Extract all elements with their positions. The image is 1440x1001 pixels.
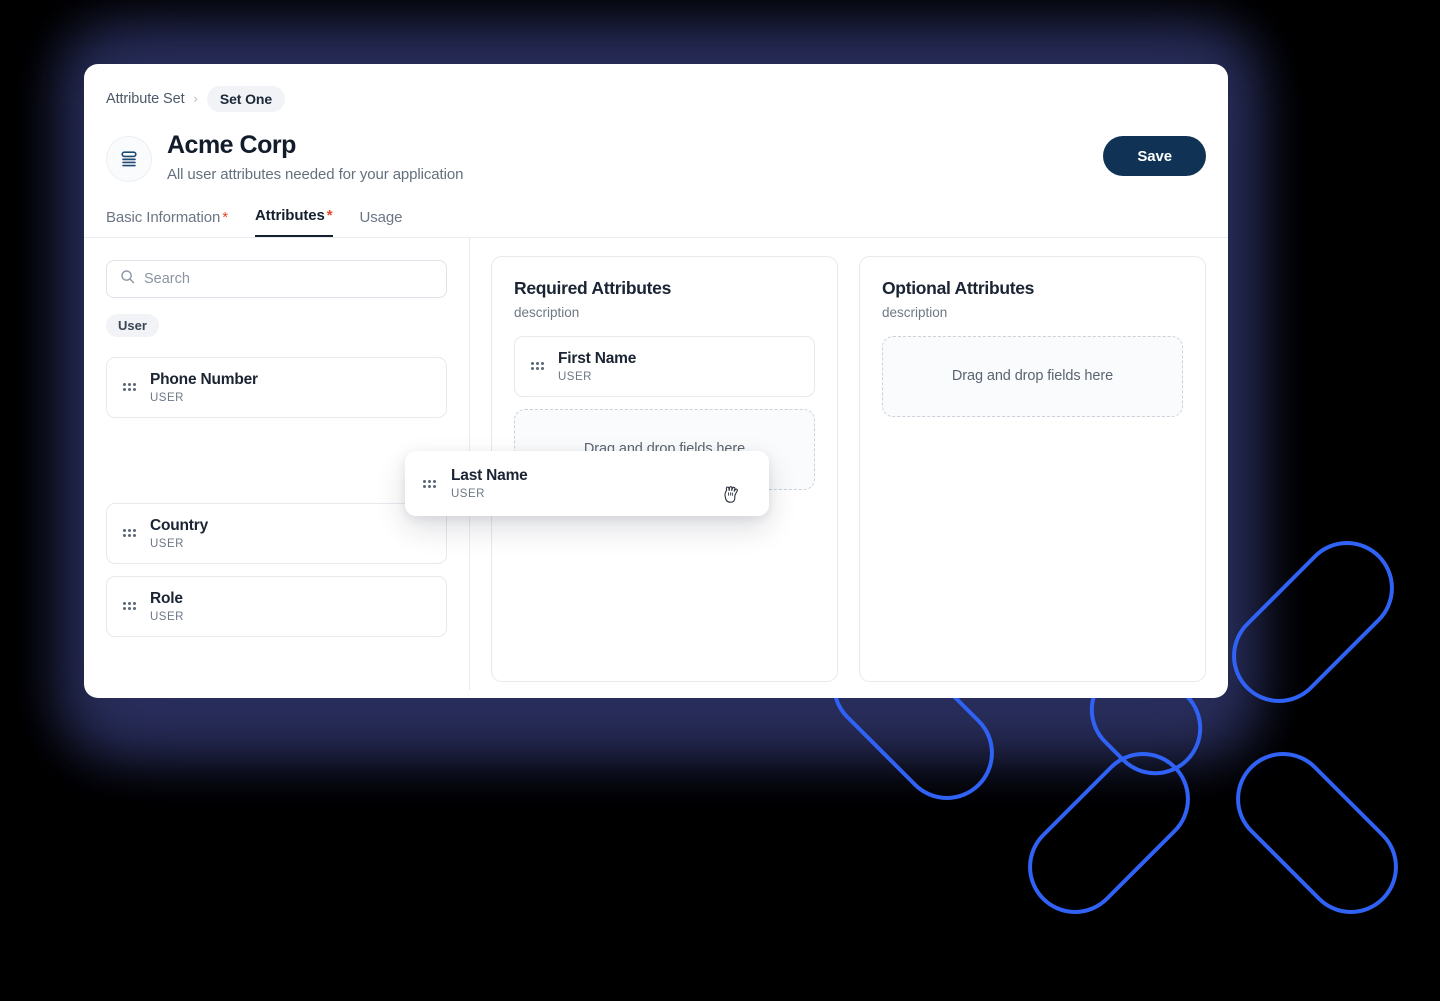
- app-window: Attribute Set › Set One Acme Corp All us…: [84, 64, 1228, 698]
- chevron-right-icon: ›: [193, 90, 198, 106]
- drag-handle-icon[interactable]: [531, 362, 544, 370]
- required-attribute-meta: USER: [558, 371, 592, 384]
- tab-attributes-required-mark: *: [326, 206, 333, 224]
- drag-handle-icon[interactable]: [123, 529, 136, 537]
- dragged-attribute-name: Last Name: [451, 467, 528, 484]
- tab-basic-information-required-mark: *: [222, 208, 228, 226]
- tab-attributes-label: Attributes: [254, 206, 325, 224]
- dragged-attribute-meta: USER: [451, 488, 485, 500]
- breadcrumb: Attribute Set › Set One: [84, 64, 1228, 112]
- tab-attributes[interactable]: Attributes *: [254, 206, 333, 237]
- drag-handle-icon[interactable]: [123, 602, 136, 610]
- attribute-list: Phone Number USER Country USER Role USER: [106, 356, 447, 637]
- tab-usage-label: Usage: [359, 208, 403, 226]
- title-block: Acme Corp All user attributes needed for…: [167, 130, 463, 183]
- screen-root: Attribute Set › Set One Acme Corp All us…: [0, 0, 1440, 1001]
- list-item-meta: USER: [150, 392, 184, 405]
- list-item-name: Role: [150, 589, 183, 607]
- list-gap: [106, 491, 447, 503]
- list-item-text: Phone Number USER: [150, 370, 258, 404]
- breadcrumb-current-chip[interactable]: Set One: [206, 86, 286, 112]
- page-header: Acme Corp All user attributes needed for…: [84, 112, 1228, 183]
- optional-attributes-panel: Optional Attributes description Drag and…: [859, 255, 1206, 682]
- group-chip-user[interactable]: User: [106, 313, 159, 337]
- list-item-name: Phone Number: [150, 370, 258, 388]
- required-attribute-item[interactable]: First Name USER: [514, 335, 815, 397]
- breadcrumb-root-link[interactable]: Attribute Set: [106, 91, 185, 107]
- list-item-text: Country USER: [150, 516, 208, 550]
- page-title: Acme Corp: [167, 131, 296, 159]
- drag-handle-icon[interactable]: [423, 479, 436, 488]
- required-attributes-description: description: [514, 304, 580, 320]
- list-item-name: Country: [150, 516, 209, 534]
- required-attribute-text: First Name USER: [558, 349, 636, 383]
- page-header-left: Acme Corp All user attributes needed for…: [106, 130, 463, 183]
- decorative-capsule-3: [1008, 732, 1210, 934]
- drag-placeholder-slot: [106, 430, 447, 491]
- required-attributes-title: Required Attributes: [514, 277, 671, 298]
- dragged-attribute-card[interactable]: Last Name USER: [405, 451, 769, 516]
- list-gap: [106, 564, 447, 576]
- optional-attributes-description: description: [882, 304, 948, 320]
- list-item[interactable]: Country USER: [106, 502, 447, 564]
- search-icon: [120, 269, 135, 289]
- list-item-meta: USER: [150, 538, 184, 551]
- tab-basic-information[interactable]: Basic Information *: [106, 209, 228, 237]
- tab-usage[interactable]: Usage: [360, 209, 403, 237]
- optional-attributes-title: Optional Attributes: [882, 277, 1035, 298]
- tab-basic-information-label: Basic Information: [106, 208, 221, 226]
- drag-handle-icon[interactable]: [123, 383, 136, 391]
- search-box[interactable]: [106, 259, 447, 298]
- search-input[interactable]: [144, 270, 433, 287]
- list-item[interactable]: Role USER: [106, 575, 447, 637]
- optional-dropzone[interactable]: Drag and drop fields here: [882, 335, 1183, 417]
- list-item-meta: USER: [150, 611, 184, 624]
- required-attribute-name: First Name: [558, 349, 637, 367]
- dragged-attribute-text: Last Name USER: [451, 467, 528, 500]
- decorative-capsule-2: [1216, 732, 1418, 934]
- tab-bar: Basic Information * Attributes * Usage: [84, 183, 1228, 238]
- list-gap: [106, 418, 447, 430]
- page-subtitle: All user attributes needed for your appl…: [167, 165, 464, 183]
- stack-lines-icon: [106, 136, 152, 182]
- list-item-text: Role USER: [150, 589, 184, 623]
- save-button[interactable]: Save: [1103, 136, 1206, 176]
- list-item[interactable]: Phone Number USER: [106, 356, 447, 418]
